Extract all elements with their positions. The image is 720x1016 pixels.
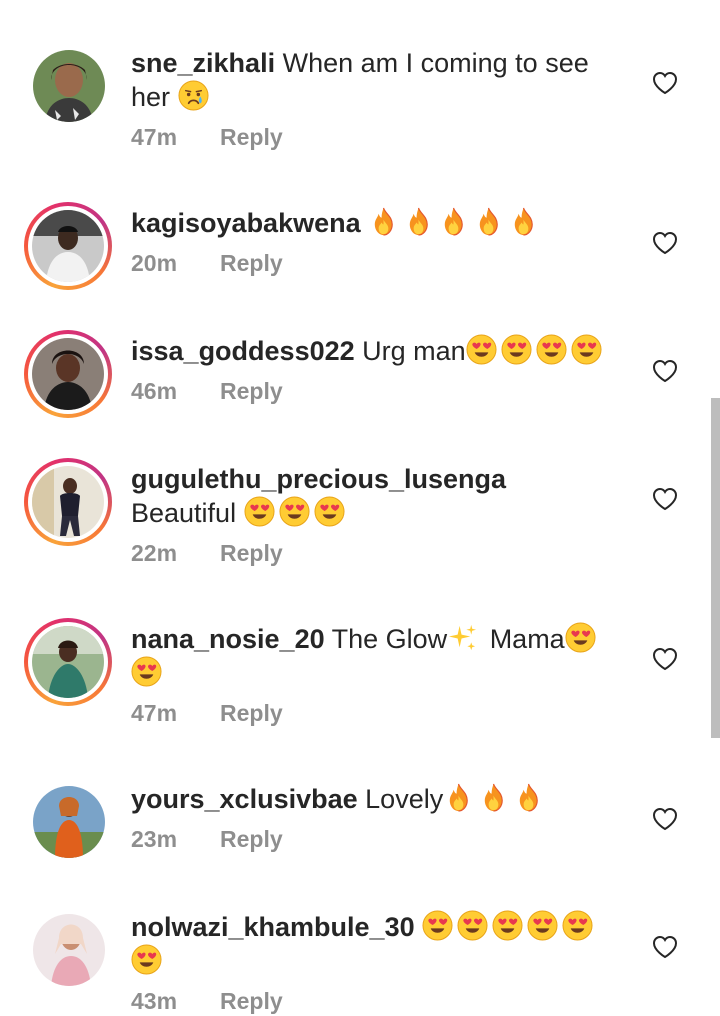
heart-eyes-icon [131, 944, 162, 975]
heart-outline-icon [652, 935, 678, 959]
comment-time: 47m [131, 700, 178, 726]
comment-text: Beautiful [131, 498, 237, 528]
heart-eyes-icon [501, 334, 532, 365]
heart-eyes-icon [565, 622, 596, 653]
avatar-photo [32, 210, 104, 282]
like-button[interactable] [652, 647, 678, 671]
heart-eyes-icon [422, 910, 453, 941]
heart-outline-icon [652, 71, 678, 95]
avatar-photo [32, 466, 104, 538]
heart-outline-icon [652, 647, 678, 671]
avatar-story-ring[interactable] [24, 330, 112, 418]
heart-eyes-icon [131, 656, 162, 687]
like-button[interactable] [652, 231, 678, 255]
avatar-photo [33, 786, 105, 858]
crying-face-icon [178, 80, 209, 111]
fire-icon [443, 782, 474, 813]
comment-username[interactable]: nana_nosie_20 [131, 624, 325, 654]
comment-text: The Glow [331, 624, 448, 654]
comment-time: 46m [131, 378, 178, 404]
comment-username[interactable]: nolwazi_khambule_30 [131, 912, 415, 942]
avatar-photo [33, 50, 105, 122]
avatar[interactable] [33, 914, 105, 986]
comment-text-2: Mama [489, 624, 565, 654]
fire-icon [403, 206, 434, 237]
fire-icon [473, 206, 504, 237]
avatar-story-ring[interactable] [24, 458, 112, 546]
avatar-story-ring[interactable] [24, 202, 112, 290]
avatar[interactable] [33, 50, 105, 122]
avatar-story-ring[interactable] [24, 618, 112, 706]
avatar-photo [33, 914, 105, 986]
reply-button[interactable]: Reply [220, 124, 283, 150]
avatar[interactable] [33, 786, 105, 858]
heart-outline-icon [652, 231, 678, 255]
comment-username[interactable]: yours_xclusivbae [131, 784, 358, 814]
comment-time: 23m [131, 826, 178, 852]
comment-username[interactable]: sne_zikhali [131, 48, 275, 78]
heart-eyes-icon [492, 910, 523, 941]
heart-eyes-icon [314, 496, 345, 527]
like-button[interactable] [652, 359, 678, 383]
reply-button[interactable]: Reply [220, 540, 283, 566]
comment-username[interactable]: kagisoyabakwena [131, 208, 361, 238]
comment-time: 43m [131, 988, 178, 1014]
scrollbar[interactable] [711, 398, 720, 738]
like-button[interactable] [652, 487, 678, 511]
comment-time: 22m [131, 540, 178, 566]
avatar-photo [32, 338, 104, 410]
comment-username[interactable]: gugulethu_precious_lusenga [131, 464, 506, 494]
avatar-photo [32, 626, 104, 698]
heart-eyes-icon [466, 334, 497, 365]
heart-eyes-icon [571, 334, 602, 365]
like-button[interactable] [652, 807, 678, 831]
heart-eyes-icon [279, 496, 310, 527]
comment-time: 47m [131, 124, 178, 150]
heart-eyes-icon [562, 910, 593, 941]
like-button[interactable] [652, 935, 678, 959]
like-button[interactable] [652, 71, 678, 95]
reply-button[interactable]: Reply [220, 700, 283, 726]
fire-icon [508, 206, 539, 237]
comment-username[interactable]: issa_goddess022 [131, 336, 355, 366]
fire-icon [368, 206, 399, 237]
reply-button[interactable]: Reply [220, 988, 283, 1014]
comment-text: Urg man [362, 336, 466, 366]
fire-icon [438, 206, 469, 237]
sparkles-icon [447, 622, 478, 653]
heart-eyes-icon [527, 910, 558, 941]
fire-icon [478, 782, 509, 813]
reply-button[interactable]: Reply [220, 826, 283, 852]
reply-button[interactable]: Reply [220, 378, 283, 404]
fire-icon [513, 782, 544, 813]
heart-eyes-icon [244, 496, 275, 527]
heart-eyes-icon [457, 910, 488, 941]
heart-eyes-icon [536, 334, 567, 365]
heart-outline-icon [652, 807, 678, 831]
heart-outline-icon [652, 487, 678, 511]
comment-text: Lovely [365, 784, 444, 814]
comment-time: 20m [131, 250, 178, 276]
reply-button[interactable]: Reply [220, 250, 283, 276]
heart-outline-icon [652, 359, 678, 383]
